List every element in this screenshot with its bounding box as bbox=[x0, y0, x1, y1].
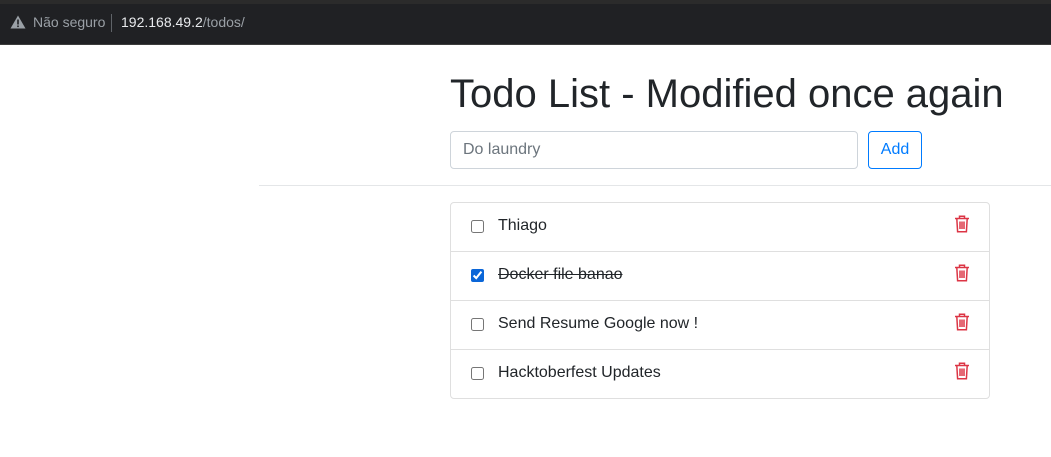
trash-icon[interactable] bbox=[954, 362, 970, 380]
todo-text: Docker file banao bbox=[498, 266, 623, 283]
trash-icon[interactable] bbox=[954, 215, 970, 233]
todo-text: Thiago bbox=[498, 217, 547, 234]
trash-icon[interactable] bbox=[954, 313, 970, 331]
todo-text: Send Resume Google now ! bbox=[498, 315, 699, 332]
browser-address-bar: Não seguro 192.168.49.2/todos/ bbox=[0, 0, 1051, 45]
browser-tab-strip-edge bbox=[0, 0, 1051, 4]
add-todo-button[interactable]: Add bbox=[868, 131, 922, 169]
todo-checkbox[interactable] bbox=[471, 318, 484, 331]
new-todo-input[interactable] bbox=[450, 131, 858, 169]
todo-text: Hacktoberfest Updates bbox=[498, 364, 661, 381]
url-path: /todos/ bbox=[202, 14, 245, 30]
todo-checkbox[interactable] bbox=[471, 269, 484, 282]
todo-item: Hacktoberfest Updates bbox=[451, 350, 989, 398]
todo-item: Thiago bbox=[451, 203, 989, 252]
todo-item: Docker file banao bbox=[451, 252, 989, 301]
trash-icon[interactable] bbox=[954, 264, 970, 282]
todo-checkbox[interactable] bbox=[471, 220, 484, 233]
page-title: Todo List - Modified once again bbox=[450, 72, 1004, 116]
todo-list: Thiago Docker file banao Send Resume Goo… bbox=[450, 202, 990, 399]
todo-item: Send Resume Google now ! bbox=[451, 301, 989, 350]
warning-triangle-icon[interactable] bbox=[10, 15, 26, 29]
security-status-label[interactable]: Não seguro bbox=[33, 14, 105, 30]
todo-checkbox[interactable] bbox=[471, 367, 484, 380]
url-host: 192.168.49.2 bbox=[121, 14, 203, 30]
address-separator bbox=[111, 14, 112, 32]
url-field[interactable]: 192.168.49.2/todos/ bbox=[121, 14, 245, 30]
divider bbox=[259, 185, 1051, 186]
